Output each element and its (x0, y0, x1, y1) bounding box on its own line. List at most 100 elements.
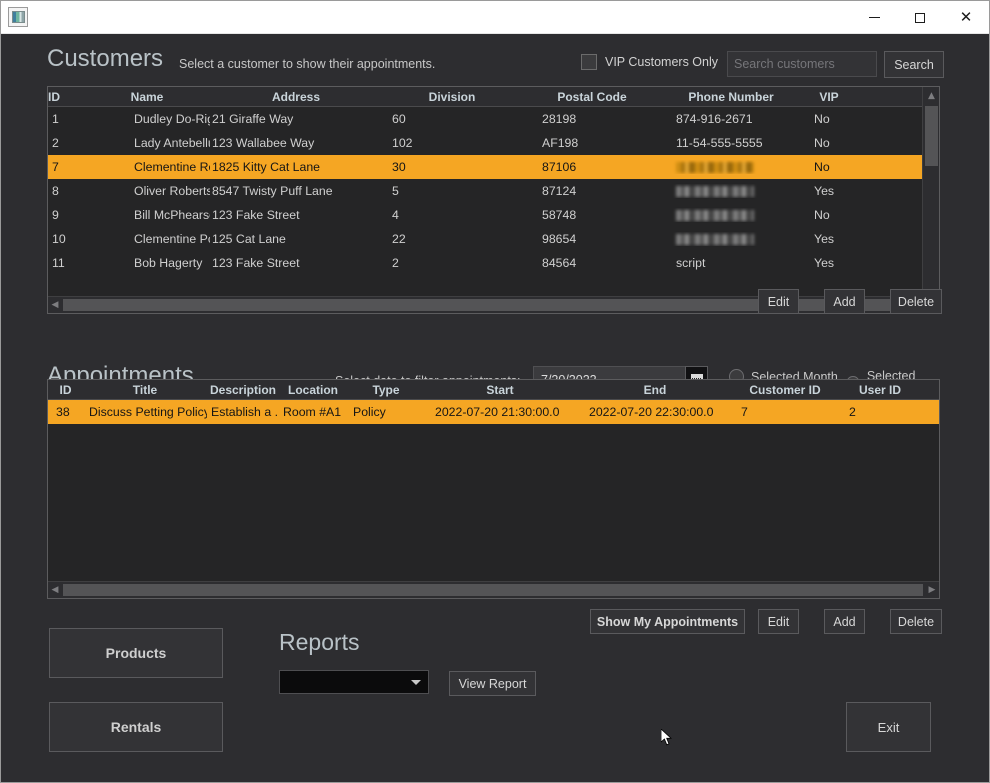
products-button[interactable]: Products (49, 628, 223, 678)
cell-phone (662, 184, 800, 198)
appointments-edit-button[interactable]: Edit (758, 609, 799, 634)
exit-button[interactable]: Exit (846, 702, 931, 752)
customers-delete-button[interactable]: Delete (890, 289, 942, 314)
cell-address: 125 Cat Lane (212, 232, 286, 246)
cell-user_id: 2 (849, 405, 856, 419)
column-header[interactable]: ID (48, 90, 84, 104)
scrollbar-thumb[interactable] (63, 584, 923, 596)
cell-id: 2 (52, 136, 59, 150)
cell-id: 7 (52, 160, 59, 174)
app-icon (8, 7, 28, 27)
customers-title: Customers (47, 45, 164, 72)
redacted-phone (676, 186, 754, 198)
column-header[interactable]: Postal Code (522, 90, 662, 104)
maximize-button[interactable] (897, 1, 943, 34)
customers-grid[interactable]: ID Name Address Division Postal Code Phone Nu… (47, 86, 940, 314)
cell-division: 4 (392, 208, 399, 222)
column-header[interactable]: End (575, 383, 735, 397)
title-bar: ✕ (1, 1, 989, 34)
column-header[interactable]: Customer ID (735, 383, 835, 397)
customers-edit-button[interactable]: Edit (758, 289, 799, 314)
customers-add-button[interactable]: Add (824, 289, 865, 314)
cell-vip: No (814, 160, 830, 174)
cell-address: 123 Fake Street (212, 208, 300, 222)
cell-division: 30 (392, 160, 406, 174)
column-header[interactable]: Location (279, 383, 347, 397)
cell-type: Policy (353, 405, 386, 419)
cell-name: Bob Hagerty (134, 256, 203, 270)
scrollbar-thumb[interactable] (925, 106, 938, 166)
vip-filter[interactable]: VIP Customers Only (581, 54, 718, 70)
table-row[interactable]: 38 Discuss Petting Policy Establish a ... R… (48, 400, 939, 424)
column-header[interactable]: Phone Number (662, 90, 800, 104)
customers-grid-body[interactable]: 1Dudley Do-Right21 Giraffe Way6028198874… (48, 107, 939, 275)
scroll-right-icon[interactable]: ▶ (925, 582, 939, 598)
scroll-left-icon[interactable]: ◀ (48, 297, 62, 313)
cell-phone: 874-916-2671 (676, 112, 753, 126)
cell-id: 11 (52, 256, 65, 270)
vip-checkbox[interactable] (581, 54, 597, 70)
appointments-add-button[interactable]: Add (824, 609, 865, 634)
table-row[interactable]: 7 Clementine Roberts1825 Kitty Cat Lane 30… (48, 155, 939, 179)
column-header[interactable]: Type (347, 383, 425, 397)
cell-division: 22 (392, 232, 406, 246)
column-header[interactable]: ID (48, 383, 83, 397)
cell-phone: 11-54-555-5555 (676, 136, 763, 150)
table-row[interactable]: 10 Clementine Poofypants125 Cat Lane 22 986… (48, 227, 939, 251)
cell-id: 9 (52, 208, 59, 222)
search-button[interactable]: Search (884, 51, 944, 78)
cell-vip: No (814, 136, 830, 150)
appointments-grid-body[interactable]: 38 Discuss Petting Policy Establish a ... R… (48, 400, 939, 424)
column-header[interactable]: Title (83, 383, 207, 397)
redacted-phone (676, 162, 754, 174)
cell-id: 8 (52, 184, 59, 198)
customers-hint: Select a customer to show their appointm… (179, 57, 436, 71)
cell-name: Clementine Roberts (134, 160, 210, 174)
column-header[interactable]: User ID (835, 383, 925, 397)
column-header[interactable]: Name (84, 90, 210, 104)
table-row[interactable]: 8 Oliver Roberts 8547 Twisty Puff Lane 5 871… (48, 179, 939, 203)
cell-division: 5 (392, 184, 399, 198)
chevron-down-icon (411, 679, 421, 685)
column-header[interactable]: VIP (800, 90, 858, 104)
cell-postal: 98654 (542, 232, 577, 246)
scroll-left-icon[interactable]: ◀ (48, 582, 62, 598)
minimize-button[interactable] (851, 1, 897, 34)
customers-vertical-scrollbar[interactable]: ▲ ▼ (922, 87, 939, 313)
appointments-delete-button[interactable]: Delete (890, 609, 942, 634)
column-header[interactable]: Start (425, 383, 575, 397)
cell-name: Oliver Roberts (134, 184, 210, 198)
cell-postal: 87106 (542, 160, 577, 174)
cell-division: 2 (392, 256, 399, 270)
column-header[interactable]: Division (382, 90, 522, 104)
cell-address: 8547 Twisty Puff Lane (212, 184, 333, 198)
show-my-appointments-button[interactable]: Show My Appointments (590, 609, 745, 634)
cell-end: 2022-07-20 22:30:00.0 (589, 405, 714, 419)
table-row[interactable]: 9 Bill McPhearson123 Fake Street 4 58748 No (48, 203, 939, 227)
search-input[interactable] (727, 51, 877, 77)
redacted-phone (676, 234, 754, 246)
appointments-grid[interactable]: ID Title Description Location Type Start End Cu… (47, 379, 940, 599)
view-report-button[interactable]: View Report (449, 671, 536, 696)
close-button[interactable]: ✕ (943, 1, 989, 34)
cell-phone (662, 232, 800, 246)
column-header[interactable]: Description (207, 383, 279, 397)
application-window: ✕ Customers Select a customer to show th… (0, 0, 990, 783)
cell-address: 21 Giraffe Way (212, 112, 294, 126)
customers-horizontal-scrollbar[interactable]: ◀ ▶ (48, 296, 939, 313)
cell-id: 10 (52, 232, 66, 246)
table-row[interactable]: 11 Bob Hagerty 123 Fake Street 2 84564 script… (48, 251, 939, 275)
report-select[interactable] (279, 670, 429, 694)
customers-header: Customers Select a customer to show thei… (47, 45, 944, 79)
cell-description: Establish a ... (211, 405, 279, 419)
rentals-button[interactable]: Rentals (49, 702, 223, 752)
cell-phone (662, 208, 800, 222)
scroll-up-icon[interactable]: ▲ (923, 87, 939, 104)
appointments-horizontal-scrollbar[interactable]: ◀ ▶ (48, 581, 939, 598)
table-row[interactable]: 2 Lady Antebellum123 Wallabee Way 102 AF198… (48, 131, 939, 155)
column-header[interactable]: Address (210, 90, 382, 104)
table-row[interactable]: 1 Dudley Do-Right21 Giraffe Way 60 28198 874… (48, 107, 939, 131)
cell-vip: Yes (814, 256, 835, 270)
cell-location: Room #A1 (283, 405, 342, 419)
mouse-cursor (661, 729, 673, 746)
